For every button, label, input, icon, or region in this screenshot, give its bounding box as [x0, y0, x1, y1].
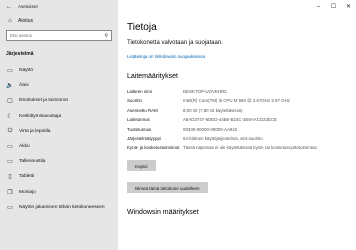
spec-row: Laitetunnus A8AD3747-6DED-44B6-B24C-3E9AA… — [127, 117, 347, 126]
sidebar-item[interactable]: ⏻ Virta ja lepotila — [0, 124, 118, 139]
display-icon: ▭ — [7, 68, 13, 75]
spec-key: Järjestelmätyyppi — [127, 136, 161, 142]
spec-row: Laitteen nimi DESKTOP-UOVEHRC — [127, 89, 347, 98]
spec-value: Tässä näytössä ei ole käytettävissä kynä… — [183, 145, 317, 151]
projecting-icon: ▭ — [7, 204, 13, 211]
sidebar-item-label: Ilmoitukset ja toiminnot — [19, 98, 68, 104]
sidebar-item[interactable]: ▢ Ilmoitukset ja toiminnot — [0, 93, 118, 108]
spec-row: Suoritin Intel(R) Core(TM) i5 CPU M 560 @… — [127, 98, 347, 107]
spec-key: Laitteen nimi — [127, 89, 152, 94]
home-icon: ⌂ — [8, 18, 12, 24]
title-bar: ← Asetukset – ☐ ✕ — [0, 0, 356, 13]
sidebar-item-label: Tabletti — [19, 174, 35, 180]
windows-specs-heading: Windowsin määritykset — [127, 208, 199, 216]
close-button[interactable]: ✕ — [341, 0, 356, 13]
sidebar-item-label: Ääni — [19, 83, 29, 89]
device-specs-table: Laitteen nimi DESKTOP-UOVEHRC Suoritin Inte… — [127, 89, 347, 155]
search-box[interactable]: ⚲ — [6, 30, 112, 41]
sidebar-section-title: Järjestelmä — [6, 51, 34, 57]
sidebar-item[interactable]: ▭ Näytön jakaminen tähän tietokoneeseen — [0, 200, 118, 215]
sidebar-home-label: Aloitus — [18, 18, 34, 24]
sound-icon: 🔈 — [6, 83, 14, 90]
search-icon[interactable]: ⚲ — [104, 33, 108, 39]
window-controls: – ☐ ✕ — [118, 0, 356, 13]
back-arrow-icon[interactable]: ← — [6, 4, 12, 10]
spec-key: Asennettu RAM — [127, 107, 158, 113]
security-link[interactable]: Lisätietoja on Windowsin suojauksessa — [127, 54, 356, 59]
spec-value: A8AD3747-6DED-44B6-B24C-3E9AACD22ECE — [183, 117, 277, 123]
spec-value: 8,00 Gt (7,80 Gt käytettävissä) — [183, 107, 243, 113]
spec-value: 00330-80000-00000-AA942 — [183, 126, 238, 132]
sidebar-item[interactable]: ▭ Näyttö — [0, 63, 118, 78]
sidebar-item-label: Keskittymisavustaja — [19, 113, 62, 119]
battery-icon: ▭ — [7, 144, 13, 151]
spec-row: Asennettu RAM 8,00 Gt (7,80 Gt käytettävi… — [127, 108, 347, 117]
sidebar-item-label: Akku — [19, 144, 30, 150]
spec-value: Intel(R) Core(TM) i5 CPU M 560 @ 2.67GHz… — [183, 98, 290, 104]
sidebar-item-label: Näyttö — [19, 68, 33, 74]
power-icon: ⏻ — [7, 127, 13, 134]
sidebar-item-home[interactable]: ⌂ Aloitus — [0, 15, 118, 27]
sidebar-item[interactable]: 🔈 Ääni — [0, 78, 118, 93]
spec-value: 64-bittinen käyttöjärjestelmä, x64-suori… — [183, 136, 263, 142]
title-bar-left: ← Asetukset — [0, 0, 118, 13]
copy-button[interactable]: Kopioi — [127, 159, 156, 171]
main-content: Tietoja Tietokonetta valvotaan ja suojat… — [118, 13, 356, 250]
search-input[interactable] — [10, 31, 105, 40]
sidebar-nav-list: ▭ Näyttö 🔈 Ääni ▢ Ilmoitukset ja toiminnot ☾ Ke… — [0, 63, 118, 215]
spec-key: Suoritin — [127, 98, 142, 104]
sidebar-item[interactable]: ▭ Akku — [0, 139, 118, 154]
sidebar-item-label: Tallennustila — [19, 159, 46, 165]
spec-key: Tuotetunnus — [127, 126, 152, 132]
sidebar-item-label: Näytön jakaminen tähän tietokoneeseen — [19, 204, 105, 210]
sidebar-item[interactable]: ▯ Tabletti — [0, 169, 118, 184]
sidebar-item[interactable]: ❐ Moniajo — [0, 185, 118, 200]
storage-icon: ▭ — [7, 159, 13, 166]
sidebar-item-label: Virta ja lepotila — [19, 128, 51, 134]
sidebar-item[interactable]: ☾ Keskittymisavustaja — [0, 109, 118, 124]
spec-row: Tuotetunnus 00330-80000-00000-AA942 — [127, 127, 347, 136]
spec-key: Laitetunnus — [127, 117, 150, 123]
device-specs-heading: Laitemääritykset — [127, 73, 178, 80]
multitasking-icon: ❐ — [7, 189, 13, 196]
spec-value: DESKTOP-UOVEHRC — [183, 89, 228, 94]
page-title: Tietoja — [127, 22, 157, 33]
spec-row: Järjestelmätyyppi 64-bittinen käyttöjärje… — [127, 136, 347, 145]
window-title: Asetukset — [18, 4, 38, 9]
tablet-icon: ▯ — [8, 174, 12, 181]
protection-subtitle: Tietokonetta valvotaan ja suojataan. — [127, 40, 223, 46]
focus-assist-icon: ☾ — [7, 113, 13, 120]
sidebar: ⌂ Aloitus ⚲ Järjestelmä ▭ Näyttö 🔈 Ääni ▢ Ilm… — [0, 13, 118, 250]
spec-key: Kynä- ja kosketustoiminnot — [127, 145, 180, 151]
rename-pc-button[interactable]: Nimeä tämä tietokone uudelleen — [127, 181, 208, 193]
spec-row: Kynä- ja kosketustoiminnot Tässä näytössä… — [127, 145, 347, 154]
minimize-button[interactable]: – — [311, 0, 326, 13]
notifications-icon: ▢ — [7, 98, 13, 105]
sidebar-item[interactable]: ▭ Tallennustila — [0, 154, 118, 169]
maximize-button[interactable]: ☐ — [326, 0, 341, 13]
sidebar-item-label: Moniajo — [19, 189, 36, 195]
